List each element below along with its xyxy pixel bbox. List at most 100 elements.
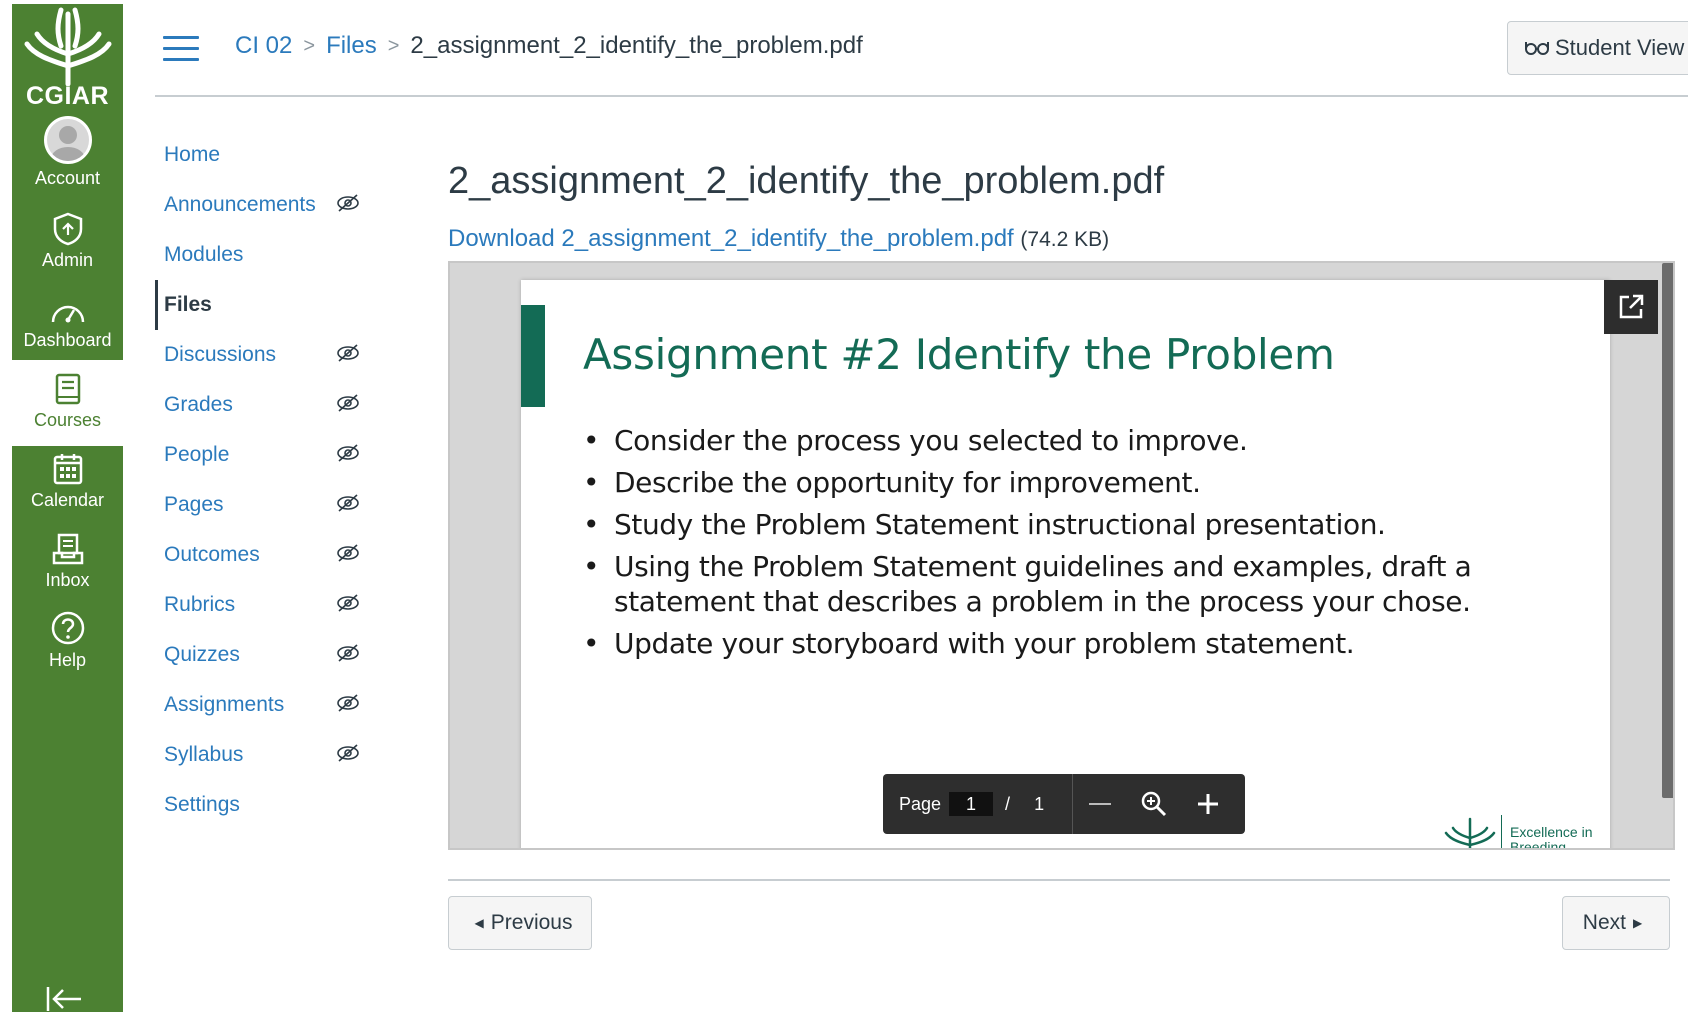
course-nav-label: Pages: [164, 493, 224, 516]
logo-divider: [1501, 815, 1502, 848]
course-nav-label: Syllabus: [164, 743, 244, 766]
course-nav-assignments[interactable]: Assignments: [155, 680, 375, 730]
course-menu-toggle[interactable]: [163, 36, 199, 62]
course-nav-discussions[interactable]: Discussions: [155, 330, 375, 380]
course-nav-files[interactable]: Files: [155, 280, 375, 330]
excellence-in-breeding-logo: Excellence in Breeding: [1443, 815, 1593, 850]
slide-bullet: Study the Problem Statement instructiona…: [583, 507, 1483, 542]
account-avatar-icon: [43, 116, 92, 164]
brand-name: CGIAR: [25, 82, 110, 110]
course-nav-label: Settings: [164, 793, 240, 816]
hidden-eye-icon: [337, 344, 359, 362]
breadcrumb-files-link[interactable]: Files: [326, 32, 377, 60]
global-nav-calendar[interactable]: Calendar: [12, 440, 123, 526]
page-slash: /: [1005, 793, 1011, 814]
page-header: CI 02 > Files > 2_assignment_2_identify_…: [155, 0, 1688, 97]
collapse-arrow-icon: [46, 987, 81, 1011]
zoom-out-button[interactable]: [1073, 774, 1127, 834]
file-size: (74.2 KB): [1020, 228, 1110, 251]
inbox-icon: [52, 533, 83, 565]
global-nav-label: Courses: [33, 410, 102, 430]
page-number-input[interactable]: [949, 792, 994, 816]
caret-right-icon: ▶: [1632, 916, 1643, 930]
slide-bullet: Update your storyboard with your problem…: [583, 626, 1483, 661]
breadcrumb-course-link[interactable]: CI 02: [235, 32, 292, 60]
page-label: Page: [899, 793, 942, 814]
course-nav-label: Assignments: [164, 693, 285, 716]
hidden-eye-icon: [337, 694, 359, 712]
course-nav-people[interactable]: People: [155, 430, 375, 480]
global-nav-account[interactable]: Account: [12, 116, 123, 204]
global-nav-label: Help: [48, 650, 87, 670]
global-nav-inbox[interactable]: Inbox: [12, 520, 123, 606]
hidden-eye-icon: [337, 644, 359, 662]
breadcrumb-separator-icon: >: [303, 34, 316, 57]
calendar-icon: [53, 454, 82, 485]
slide-title: Assignment #2 Identify the Problem: [583, 330, 1335, 379]
dashboard-icon: [51, 305, 84, 323]
collapse-nav-button[interactable]: [45, 984, 85, 1012]
course-nav-label: Announcements: [164, 193, 316, 216]
previous-button[interactable]: ◀ Previous: [448, 896, 592, 950]
next-button[interactable]: Next ▶: [1562, 896, 1670, 950]
popout-button[interactable]: [1604, 280, 1658, 334]
wheat-logo-icon: [1444, 817, 1496, 848]
course-nav-grades[interactable]: Grades: [155, 380, 375, 430]
slide-bullet: Consider the process you selected to imp…: [583, 423, 1483, 458]
hamburger-line: [163, 58, 199, 61]
hidden-eye-icon: [337, 194, 359, 212]
course-nav: Home Announcements Modules Files Discuss…: [155, 130, 375, 830]
global-nav-label: Admin: [41, 250, 94, 270]
download-file-link[interactable]: Download 2_assignment_2_identify_the_pro…: [448, 225, 1014, 252]
hidden-eye-icon: [337, 544, 359, 562]
course-nav-outcomes[interactable]: Outcomes: [155, 530, 375, 580]
download-line: Download 2_assignment_2_identify_the_pro…: [448, 225, 1109, 253]
course-nav-announcements[interactable]: Announcements: [155, 180, 375, 230]
hidden-eye-icon: [337, 744, 359, 762]
course-nav-pages[interactable]: Pages: [155, 480, 375, 530]
zoom-in-button[interactable]: [1181, 774, 1235, 834]
admin-shield-icon: [53, 212, 82, 246]
hamburger-line: [163, 36, 199, 39]
global-nav-label: Dashboard: [23, 330, 112, 350]
caret-left-icon: ◀: [474, 916, 484, 930]
global-nav-dashboard[interactable]: Dashboard: [12, 280, 123, 366]
course-nav-label: Discussions: [164, 343, 277, 366]
minus-icon: [1089, 803, 1112, 805]
student-view-button[interactable]: Student View: [1507, 21, 1688, 75]
student-view-label: Student View: [1555, 35, 1685, 60]
viewer-scrollbar[interactable]: [1662, 263, 1673, 798]
course-nav-label: Outcomes: [164, 543, 260, 566]
course-nav-label: Home: [164, 143, 221, 166]
hidden-eye-icon: [337, 394, 359, 412]
pdf-viewer: Assignment #2 Identify the Problem Consi…: [448, 261, 1675, 850]
cgiar-logo[interactable]: CGIAR: [12, 4, 123, 122]
next-label: Next: [1582, 911, 1626, 934]
hidden-eye-icon: [337, 444, 359, 462]
course-nav-quizzes[interactable]: Quizzes: [155, 630, 375, 680]
course-nav-syllabus[interactable]: Syllabus: [155, 730, 375, 780]
zoom-reset-button[interactable]: [1127, 774, 1181, 834]
course-nav-label: Modules: [164, 243, 244, 266]
page-total: 1: [1034, 793, 1045, 814]
help-icon: [51, 611, 84, 645]
plus-icon: [1198, 794, 1219, 814]
course-nav-modules[interactable]: Modules: [155, 230, 375, 280]
footer-divider: [448, 879, 1670, 881]
logo-text: Excellence in Breeding: [1510, 825, 1593, 850]
course-nav-label: Rubrics: [164, 593, 236, 616]
global-nav-help[interactable]: Help: [12, 600, 123, 686]
pdf-page-toolbar: Page / 1: [883, 774, 1245, 834]
global-nav-admin[interactable]: Admin: [12, 200, 123, 286]
wheat-logo-icon: [24, 7, 111, 86]
global-nav: CGIAR Account Admin Dashboard Courses Ca…: [12, 4, 123, 1012]
course-nav-settings[interactable]: Settings: [155, 780, 375, 830]
course-nav-rubrics[interactable]: Rubrics: [155, 580, 375, 630]
logo-text-line: Breeding: [1510, 839, 1567, 850]
course-nav-label: Files: [164, 293, 212, 316]
hidden-eye-icon: [337, 594, 359, 612]
slide-bullet: Using the Problem Statement guidelines a…: [583, 549, 1483, 619]
slide-accent-bar: [521, 305, 545, 407]
course-nav-home[interactable]: Home: [155, 130, 375, 180]
global-nav-courses[interactable]: Courses: [12, 360, 123, 446]
